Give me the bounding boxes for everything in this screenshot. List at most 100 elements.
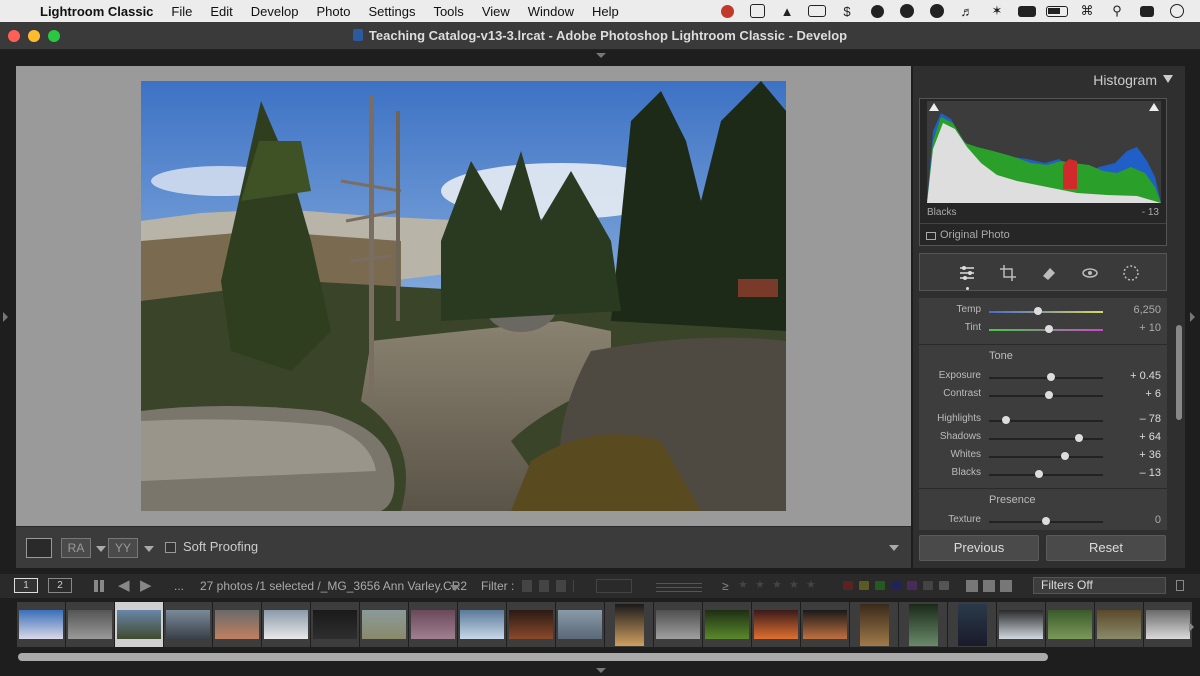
filmstrip-scrollbar[interactable] <box>18 653 1048 661</box>
filmstrip-thumbnail[interactable] <box>801 602 849 647</box>
star-icon[interactable]: ★ <box>755 578 765 591</box>
filmstrip-thumbnail[interactable] <box>654 602 702 647</box>
filmstrip-thumbnail[interactable] <box>262 602 310 647</box>
filmstrip-thumbnail[interactable] <box>458 602 506 647</box>
any-label-filter[interactable] <box>939 581 949 590</box>
slider-value[interactable]: – 78 <box>1111 413 1161 425</box>
filmstrip-thumbnail[interactable] <box>115 602 163 647</box>
reset-button[interactable]: Reset <box>1046 535 1166 561</box>
before-after-yy-button[interactable]: YY <box>108 538 138 558</box>
gray-label-filter[interactable] <box>923 581 933 590</box>
collapse-triangle-icon[interactable] <box>1163 75 1173 83</box>
green-label-filter[interactable] <box>875 581 885 590</box>
keyboard-icon[interactable] <box>742 0 772 22</box>
menu-tools[interactable]: Tools <box>424 4 472 19</box>
filmstrip-thumbnail[interactable] <box>1095 602 1143 647</box>
loupe-view-button[interactable] <box>26 538 52 558</box>
filmstrip-thumbnail[interactable] <box>311 602 359 647</box>
forward-arrow-icon[interactable]: ▶ <box>140 576 152 594</box>
source-dropdown-icon[interactable] <box>450 585 460 591</box>
flame-icon[interactable]: ▲ <box>772 0 802 22</box>
filters-preset-select[interactable]: Filters Off <box>1033 577 1166 594</box>
video-icon[interactable] <box>802 0 832 22</box>
filmstrip-thumbnail[interactable] <box>556 602 604 647</box>
ra-dropdown-icon[interactable] <box>96 546 106 552</box>
filmstrip-right-arrow[interactable] <box>1189 622 1194 632</box>
filmstrip-thumbnail[interactable] <box>703 602 751 647</box>
dollar-icon[interactable]: $ <box>832 0 862 22</box>
menu-window[interactable]: Window <box>519 4 583 19</box>
wifi-icon[interactable]: ⌘ <box>1072 0 1102 22</box>
battery-icon[interactable] <box>1042 0 1072 22</box>
back-arrow-icon[interactable]: ◀ <box>118 576 130 594</box>
siri-icon[interactable] <box>1162 0 1192 22</box>
right-panel-toggle[interactable] <box>1190 312 1195 322</box>
shadow-clipping-icon[interactable] <box>929 103 939 111</box>
slider-track[interactable] <box>989 456 1103 458</box>
main-photo[interactable] <box>141 81 786 511</box>
copy-filter-icons[interactable] <box>656 580 702 592</box>
slider-handle[interactable] <box>1061 452 1070 460</box>
photo-viewer[interactable] <box>16 66 911 526</box>
before-after-ra-button[interactable]: RA <box>61 538 91 558</box>
left-panel-toggle[interactable] <box>3 312 8 322</box>
histogram-graph[interactable] <box>927 101 1161 203</box>
slider-value[interactable]: – 13 <box>1111 467 1161 479</box>
menu-file[interactable]: File <box>162 4 201 19</box>
menu-help[interactable]: Help <box>583 4 628 19</box>
slider-value[interactable]: 0 <box>1111 514 1161 526</box>
filmstrip-thumbnail[interactable] <box>17 602 65 647</box>
slider-value[interactable]: + 36 <box>1111 449 1161 461</box>
slider-value[interactable]: + 6 <box>1111 388 1161 400</box>
filmstrip-thumbnail[interactable] <box>752 602 800 647</box>
redeye-icon[interactable] <box>1079 262 1101 284</box>
calendar-icon[interactable] <box>712 0 742 22</box>
secondary-monitor-button[interactable]: 2 <box>48 578 72 593</box>
right-panel-scrollbar[interactable] <box>1176 325 1182 420</box>
slider-value[interactable]: 6,250 <box>1111 304 1161 316</box>
filmstrip-thumbnail[interactable] <box>997 602 1045 647</box>
creative-cloud-icon[interactable] <box>892 0 922 22</box>
slider-track[interactable] <box>989 474 1103 476</box>
shield-icon[interactable] <box>862 0 892 22</box>
toolbar-options-icon[interactable] <box>889 545 899 551</box>
menu-photo[interactable]: Photo <box>307 4 359 19</box>
slider-handle[interactable] <box>1035 470 1044 478</box>
top-panel-toggle[interactable] <box>596 53 606 58</box>
filmstrip-thumbnail[interactable] <box>1144 602 1192 647</box>
edit-filter-icons[interactable] <box>596 579 632 593</box>
filmstrip-thumbnail[interactable] <box>66 602 114 647</box>
histogram-header[interactable]: Histogram <box>913 66 1185 92</box>
filmstrip-thumbnail[interactable] <box>164 602 212 647</box>
filmstrip-thumbnail[interactable] <box>507 602 555 647</box>
purple-label-filter[interactable] <box>907 581 917 590</box>
slider-handle[interactable] <box>1002 416 1011 424</box>
filmstrip-thumbnail[interactable] <box>899 602 947 647</box>
yy-dropdown-icon[interactable] <box>144 546 154 552</box>
filter-lock-icon[interactable] <box>1176 580 1184 591</box>
eraser-icon[interactable] <box>1038 262 1060 284</box>
slider-value[interactable]: + 64 <box>1111 431 1161 443</box>
slider-handle[interactable] <box>1042 517 1050 525</box>
highlight-clipping-icon[interactable] <box>1149 103 1159 111</box>
rating-operator[interactable]: ≥ <box>722 579 729 593</box>
slider-handle[interactable] <box>1034 307 1043 315</box>
menu-edit[interactable]: Edit <box>201 4 241 19</box>
star-icon[interactable]: ★ <box>789 578 799 591</box>
filmstrip-thumbnail[interactable] <box>850 602 898 647</box>
slider-track[interactable] <box>989 438 1103 440</box>
star-icon[interactable]: ★ <box>738 578 748 591</box>
slider-value[interactable]: + 0.45 <box>1111 370 1161 382</box>
slider-handle[interactable] <box>1045 391 1054 399</box>
star-icon[interactable]: ★ <box>772 578 782 591</box>
original-photo-label[interactable]: Original Photo <box>940 229 1010 241</box>
menu-settings[interactable]: Settings <box>359 4 424 19</box>
slider-handle[interactable] <box>1045 325 1054 333</box>
soft-proofing-checkbox[interactable] <box>165 542 176 553</box>
star-icon[interactable]: ★ <box>806 578 816 591</box>
crop-icon[interactable] <box>997 262 1019 284</box>
bluetooth-icon[interactable]: ✶ <box>982 0 1012 22</box>
volume-icon[interactable]: ♬ <box>952 0 982 22</box>
grid-view-icon[interactable] <box>94 580 106 592</box>
sliders-icon[interactable] <box>956 262 978 284</box>
